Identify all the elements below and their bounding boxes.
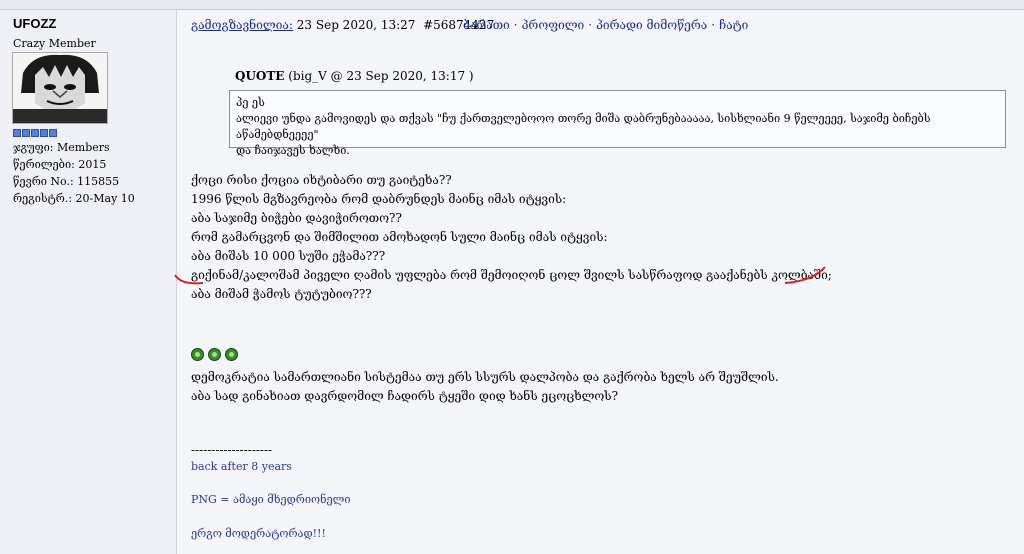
post-line: გიქინამ/კალოშამ პიველი ღამის უფლება რომ … [191, 268, 832, 282]
rank-pip [13, 129, 21, 137]
post-header: გამოგზავნილია: 23 Sep 2020, 13:27 #56874… [191, 18, 494, 32]
signature-line: ერგო მოდერატორად!!! [191, 527, 326, 540]
post-line: აბა სად გინახიათ დავრდომილ ჩადირს ტყეში … [191, 389, 619, 403]
quote-header: QUOTE (big_V @ 23 Sep 2020, 13:17 ) [235, 69, 474, 83]
smiley-icon [191, 348, 204, 361]
rank-pip [49, 129, 57, 137]
smiley-icon [225, 348, 238, 361]
quote-label: QUOTE [235, 69, 285, 83]
post-text: ქოცი რისი ქოცია იხტიბარი თუ გაიტეხა?? 19… [191, 171, 832, 304]
post-line: 1996 წლის მგზავრეობა რომ დაბრუნდეს მაინც… [191, 192, 567, 206]
link-pm[interactable]: პირადი მიმოწერა [596, 18, 707, 32]
user-panel: UFOZZ Crazy Member ჯგუფი: Members წერილე… [0, 10, 177, 554]
link-profile[interactable]: პროფილი [522, 18, 585, 32]
link-chat[interactable]: ჩატი [719, 18, 748, 32]
post-line: დემოკრატია სამართლიანი სისტემაა თუ ერს ს… [191, 370, 779, 384]
post-line: ქოცი რისი ქოცია იხტიბარი თუ გაიტეხა?? [191, 173, 452, 187]
post-line: აბა მიშას 10 000 სუში ეჭამა??? [191, 249, 386, 263]
user-group: ჯგუფი: Members [13, 141, 110, 154]
post-links: ბარათი · პროფილი · პირადი მიმოწერა · ჩატი [463, 18, 749, 32]
username-link[interactable]: UFOZZ [13, 16, 56, 31]
top-strip [0, 0, 1024, 10]
user-member-no: წევრი No.: 115855 [13, 175, 120, 188]
post-paragraph-2: დემოკრატია სამართლიანი სისტემაა თუ ერს ს… [191, 368, 779, 406]
posted-label[interactable]: გამოგზავნილია: [191, 18, 293, 32]
user-posts: წერილები: 2015 [13, 158, 107, 171]
signature-line: PNG = ამაყი მხედრიონელი [191, 493, 351, 506]
quote-line: პე ეს [236, 96, 265, 109]
smiley-icon [208, 348, 221, 361]
post-date: 23 Sep 2020, 13:27 [296, 18, 416, 32]
avatar-image [13, 53, 107, 123]
rank-pip [31, 129, 39, 137]
signature-line: back after 8 years [191, 460, 292, 473]
smiley-row [191, 348, 238, 361]
quote-line: და ჩაიჯავეს ხალხი. [236, 144, 350, 157]
quote-box: პე ეს ალიევი უნდა გამოვიდეს და თქვას "ჩუ… [229, 90, 1006, 157]
post-line: აბა საჯიმე ბიჭები დავიჭიროთო?? [191, 211, 402, 225]
signature-rule: -------------------- [191, 443, 273, 457]
avatar [12, 52, 108, 124]
post-line: აბა მიშამ ჭამოს ტუტუბიო??? [191, 287, 372, 301]
user-registered: რეგისტრ.: 20-May 10 [13, 192, 135, 205]
rank-pip [22, 129, 30, 137]
post-body: გამოგზავნილია: 23 Sep 2020, 13:27 #56874… [174, 10, 1024, 554]
rank-pip [40, 129, 48, 137]
quote-line: ალიევი უნდა გამოვიდეს და თქვას "ჩუ ქართვ… [236, 112, 931, 141]
post-line: რომ გამარცვონ და შიმშილით ამოხადონ სული … [191, 230, 608, 244]
rank-pips [13, 129, 57, 137]
user-title: Crazy Member [13, 37, 96, 50]
link-card[interactable]: ბარათი [463, 18, 510, 32]
quote-source: (big_V @ 23 Sep 2020, 13:17 ) [288, 69, 474, 83]
